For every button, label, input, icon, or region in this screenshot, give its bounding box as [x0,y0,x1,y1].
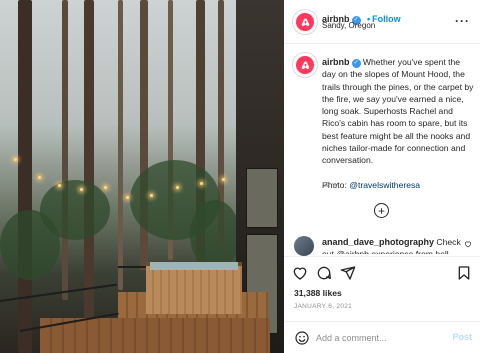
foliage [0,210,60,280]
verified-badge-icon: ✓ [351,59,361,68]
heart-icon[interactable] [292,265,308,281]
emoji-icon[interactable] [294,330,310,346]
string-light [176,186,179,189]
avatar[interactable] [292,9,318,35]
airbnb-logo-icon [296,56,314,74]
string-light [126,196,129,199]
string-light [150,194,153,197]
foliage [190,200,240,270]
add-comment-bar: Post [284,321,480,353]
caption-username[interactable]: airbnb [322,57,350,67]
comment-username[interactable]: anand_dave_photography [322,237,434,247]
deck [40,318,270,353]
string-light [200,182,203,185]
like-count[interactable]: 31,388 likes [294,288,342,298]
airbnb-logo-icon [296,13,314,31]
caption-timestamp[interactable]: 52 w [322,180,338,189]
string-light [38,176,41,179]
tree-trunk [62,0,68,300]
cabin-window [246,168,278,228]
caption-text: Whether you've spent the day on the slop… [322,57,474,166]
caption-avatar[interactable] [292,52,318,78]
post-details-panel: airbnb ✓ • Follow Sandy, Oregon ··· airbnb… [284,0,480,353]
tree-trunk [84,0,94,330]
post-photo[interactable] [0,0,284,353]
string-light [104,186,107,189]
tree-trunk [118,0,123,290]
comment-icon[interactable] [316,265,332,281]
follow-button[interactable]: Follow [372,14,401,24]
string-light [80,188,83,191]
post-caption: airbnb ✓ Whether you've spent the day on … [322,56,474,191]
post-header: airbnb ✓ • Follow Sandy, Oregon ··· [284,0,480,44]
tree-trunk [18,0,32,353]
share-icon[interactable] [340,265,356,281]
load-more-comments-button[interactable]: + [374,203,389,218]
hot-tub-water [150,262,238,270]
post-comment-button[interactable]: Post [452,332,472,342]
string-light [222,178,225,181]
comment-like-heart-icon[interactable] [464,240,472,250]
post-date: JANUARY 6, 2021 [294,303,353,310]
commenter-avatar[interactable] [294,236,314,256]
more-options-icon[interactable]: ··· [455,14,470,28]
bookmark-icon[interactable] [456,265,472,281]
comment-item: anand_dave_photography Check out @airbnb… [322,236,462,254]
string-light [14,158,17,161]
location-link[interactable]: Sandy, Oregon [322,21,375,30]
string-light [58,184,61,187]
photo-credit-link[interactable]: @travelswitheresa [349,180,420,190]
add-comment-input[interactable] [316,330,436,346]
post-actions-bar [284,256,480,286]
